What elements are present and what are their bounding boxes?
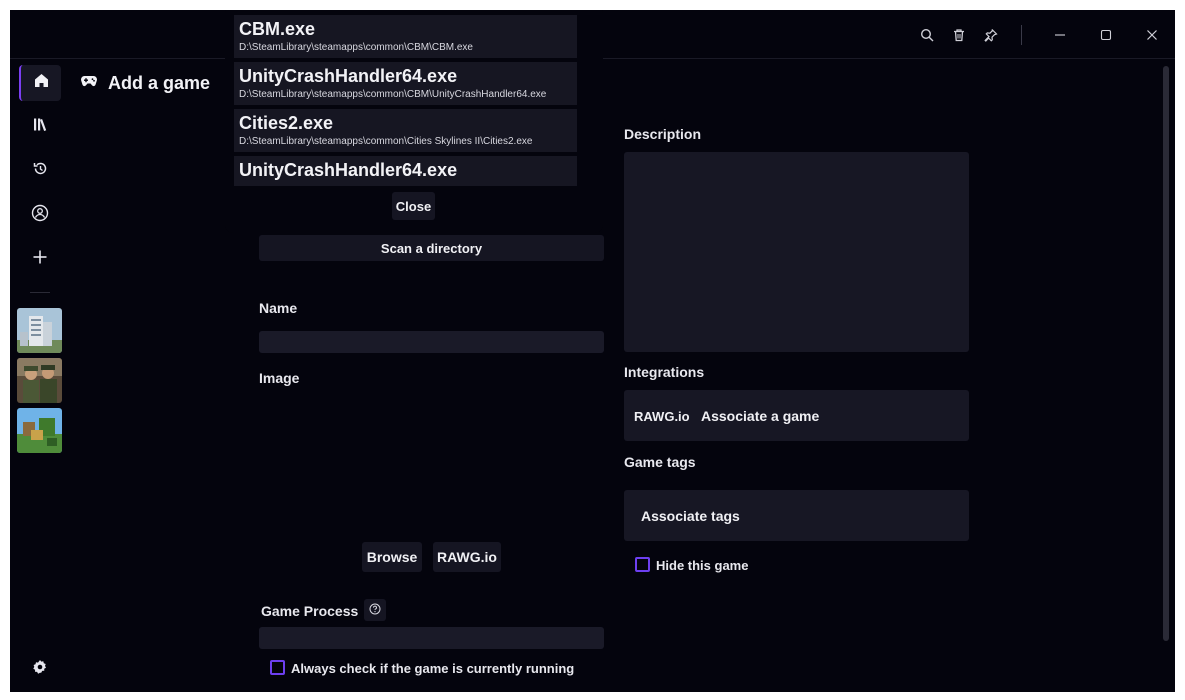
history-icon [32,160,49,182]
executable-name: CBM.exe [239,19,316,39]
gamepad-icon [80,74,98,93]
home-icon [33,72,50,94]
executable-popup: CBM.exe D:\SteamLibrary\steamapps\common… [225,10,603,233]
executable-item[interactable]: UnityCrashHandler64.exe D:\SteamLibrary\… [234,62,577,105]
sidebar [10,60,70,692]
hide-game-checkbox[interactable] [635,557,650,572]
description-label: Description [624,126,702,142]
integrations-panel: RAWG.io Associate a game [624,390,969,441]
scrollbar[interactable] [1163,66,1169,641]
browse-button[interactable]: Browse [362,542,422,572]
name-label: Name [259,300,298,316]
executable-item[interactable]: CBM.exe D:\SteamLibrary\steamapps\common… [234,15,577,58]
game-thumbnail[interactable] [17,358,62,403]
sidebar-item-settings[interactable] [19,651,61,687]
close-icon[interactable] [1141,24,1163,46]
executable-item[interactable]: UnityCrashHandler64.exe [234,156,577,186]
scan-directory-button[interactable]: Scan a directory [259,235,604,261]
sidebar-divider [30,292,50,293]
executable-path: D:\SteamLibrary\steamapps\common\CBM\Uni… [239,89,547,100]
library-icon [32,116,49,138]
executable-list[interactable]: CBM.exe D:\SteamLibrary\steamapps\common… [234,15,577,188]
name-input[interactable] [259,331,604,353]
integrations-label: Integrations [624,364,705,380]
trash-icon[interactable] [948,24,970,46]
executable-name: Cities2.exe [239,113,334,133]
help-button[interactable] [364,599,386,621]
page-title: Add a game [108,72,211,93]
minimize-icon[interactable] [1049,24,1071,46]
game-tags-label: Game tags [624,454,696,470]
game-thumbnail[interactable] [17,408,62,453]
rawg-image-button[interactable]: RAWG.io [433,542,501,572]
page-header: Add a game [80,70,210,96]
app-window: Add a game Scan a directory Name Image B… [10,10,1175,692]
executable-name: UnityCrashHandler64.exe [239,66,458,86]
executable-item[interactable]: Cities2.exe D:\SteamLibrary\steamapps\co… [234,109,577,152]
help-icon [369,602,381,618]
titlebar-separator [1021,25,1022,45]
maximize-icon[interactable] [1095,24,1117,46]
pin-icon[interactable] [980,24,1002,46]
add-icon [32,249,48,270]
sidebar-item-profile[interactable] [19,197,61,233]
game-process-input[interactable] [259,627,604,649]
close-popup-button[interactable]: Close [392,192,435,220]
search-icon[interactable] [916,24,938,46]
sidebar-item-add[interactable] [19,241,61,277]
integration-provider-label: RAWG.io [634,409,690,424]
image-label: Image [259,370,300,386]
game-process-label: Game Process [261,603,359,619]
game-thumbnail[interactable] [17,308,62,353]
associate-tags-button[interactable]: Associate tags [624,490,969,541]
executable-path: D:\SteamLibrary\steamapps\common\Cities … [239,136,533,147]
sidebar-item-library[interactable] [19,109,61,145]
executable-name: UnityCrashHandler64.exe [239,160,458,180]
sidebar-item-home[interactable] [19,65,61,101]
settings-icon [32,659,48,680]
sidebar-item-history[interactable] [19,153,61,189]
profile-icon [31,204,49,227]
associate-tags-label: Associate tags [641,508,740,524]
executable-path: D:\SteamLibrary\steamapps\common\CBM\CBM… [239,42,473,53]
description-textarea[interactable] [624,152,969,352]
hide-game-label: Hide this game [656,558,749,573]
always-check-label: Always check if the game is currently ru… [291,661,575,676]
always-check-checkbox[interactable] [270,660,285,675]
associate-game-button[interactable]: Associate a game [701,408,819,424]
